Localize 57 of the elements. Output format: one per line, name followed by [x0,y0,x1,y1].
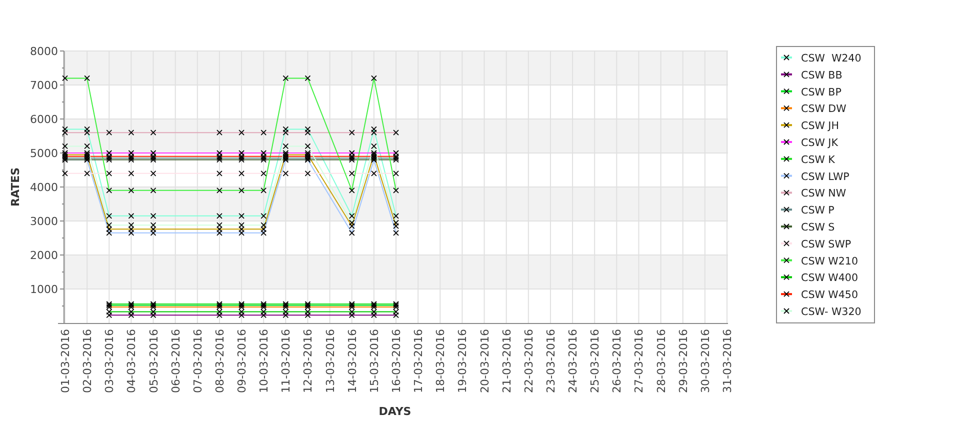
legend-label: CSW W240 [801,52,862,64]
legend-label: CSW JH [801,120,839,132]
x-tick-label: 08-03-2016 [213,329,226,393]
y-tick-label: 3000 [30,215,58,228]
x-tick-label: 02-03-2016 [81,329,94,393]
x-tick-label: 17-03-2016 [412,329,426,393]
legend-label: CSW P [801,204,834,217]
legend-label: CSW LWP [801,170,850,183]
legend-label: CSW BB [801,69,842,82]
x-tick-label: 31-03-2016 [721,329,734,393]
x-tick-label: 12-03-2016 [302,329,315,393]
x-tick-label: 18-03-2016 [434,329,448,393]
x-tick-label: 14-03-2016 [346,329,359,393]
legend-label: CSW W400 [801,272,858,284]
legend-label: CSW NW [801,188,846,200]
x-tick-label: 21-03-2016 [500,329,514,393]
x-tick-label: 11-03-2016 [280,329,293,393]
legend-label: CSW JK [801,137,838,149]
legend-label: CSW- W320 [801,306,862,318]
x-tick-label: 24-03-2016 [566,329,580,393]
y-tick-label: 8000 [30,45,58,58]
y-tick-label: 1000 [30,283,58,296]
legend-label: CSW SWP [801,238,852,250]
x-axis-title: DAYS [378,405,412,418]
legend-label: CSW BP [801,86,842,98]
x-tick-label: 25-03-2016 [588,329,602,393]
x-tick-label: 07-03-2016 [191,329,204,393]
x-tick-label: 03-03-2016 [103,329,116,393]
legend-label: CSW DW [801,103,846,116]
x-tick-label: 05-03-2016 [147,329,160,393]
x-tick-label: 04-03-2016 [125,329,138,393]
legend-label: CSW S [801,222,835,234]
x-tick-label: 26-03-2016 [610,329,624,393]
x-tick-label: 10-03-2016 [258,329,271,393]
x-tick-label: 16-03-2016 [390,329,403,393]
y-tick-label: 4000 [30,181,58,194]
x-tick-label: 28-03-2016 [654,329,668,393]
legend-label: CSW K [801,154,835,166]
y-axis-title: RATES [9,167,22,207]
x-tick-label: 23-03-2016 [544,329,558,393]
x-tick-label: 01-03-2016 [59,329,72,393]
legend-label: CSW W450 [801,289,858,302]
y-tick-label: 5000 [30,147,58,160]
x-tick-label: 13-03-2016 [324,329,337,393]
x-tick-label: 19-03-2016 [456,329,470,393]
x-tick-label: 20-03-2016 [478,329,492,393]
legend-label: CSW W210 [801,255,858,268]
x-tick-label: 15-03-2016 [368,329,381,393]
x-tick-label: 30-03-2016 [698,329,712,393]
y-tick-label: 2000 [30,249,58,262]
y-tick-label: 7000 [30,79,58,92]
x-tick-label: 09-03-2016 [236,329,249,393]
x-tick-label: 22-03-2016 [522,329,536,393]
x-tick-label: 29-03-2016 [676,329,690,393]
x-tick-label: 06-03-2016 [169,329,182,393]
y-tick-label: 6000 [30,113,58,126]
x-tick-label: 27-03-2016 [632,329,646,393]
